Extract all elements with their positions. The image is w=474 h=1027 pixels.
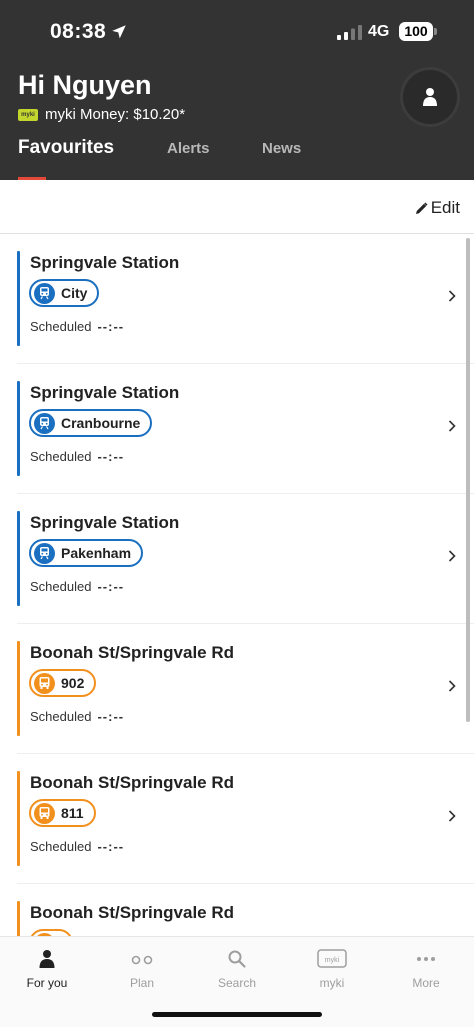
profile-button[interactable] — [403, 70, 457, 124]
nav-for-you[interactable]: For you — [0, 937, 94, 997]
mode-color-bar — [17, 381, 20, 476]
route-pill: 811 — [29, 799, 96, 827]
scheduled-label: Scheduled — [30, 319, 92, 334]
chevron-right-icon — [448, 550, 456, 562]
status-bar: 08:38 4G 100 — [0, 0, 474, 62]
tab-news[interactable]: News — [262, 140, 301, 157]
scheduled-info: Scheduled --:-- — [30, 839, 124, 854]
nav-search[interactable]: Search — [190, 937, 284, 997]
nav-label: For you — [26, 976, 68, 990]
search-icon — [228, 950, 246, 968]
chevron-right-icon — [448, 420, 456, 432]
scheduled-time: --:-- — [97, 579, 125, 594]
route-pill: City — [29, 279, 100, 307]
route-pill: Cranbourne — [29, 409, 153, 437]
battery-icon: 100 — [399, 22, 433, 41]
train-icon — [34, 282, 55, 304]
app-header: 08:38 4G 100 Hi Nguyen myki myki Money: … — [0, 0, 474, 180]
chevron-right-icon — [448, 290, 456, 302]
route-name: Cranbourne — [61, 415, 141, 431]
stop-name: Boonah St/Springvale Rd — [30, 903, 235, 922]
tab-favourites[interactable]: Favourites — [18, 137, 114, 159]
home-indicator[interactable] — [152, 1012, 322, 1017]
favourite-card[interactable]: Boonah St/Springvale Rd — [0, 884, 474, 936]
route-number: 902 — [61, 675, 85, 691]
favourites-toolbar: Edit — [0, 180, 474, 234]
bus-icon — [34, 672, 55, 694]
pencil-icon — [415, 201, 428, 214]
tab-alerts[interactable]: Alerts — [167, 140, 210, 157]
scheduled-info: Scheduled --:-- — [30, 709, 124, 724]
edit-button[interactable]: Edit — [415, 198, 460, 218]
battery-tip — [434, 28, 437, 35]
favourite-card[interactable]: Springvale Station Cranbourne Scheduled -… — [0, 364, 474, 494]
myki-money-text: myki Money: $10.20* — [45, 106, 186, 123]
chevron-right-icon — [448, 680, 456, 692]
location-arrow-icon — [112, 25, 126, 39]
status-time: 08:38 — [50, 20, 107, 43]
scheduled-label: Scheduled — [30, 709, 92, 724]
scheduled-label: Scheduled — [30, 839, 92, 854]
favourite-card[interactable]: Springvale Station City Scheduled --:-- — [0, 234, 474, 364]
favourite-card[interactable]: Boonah St/Springvale Rd 811 Scheduled --:… — [0, 754, 474, 884]
stop-name: Boonah St/Springvale Rd — [30, 643, 235, 662]
myki-balance[interactable]: myki myki Money: $10.20* — [18, 106, 185, 123]
chevron-right-icon — [448, 810, 456, 822]
nav-myki[interactable]: myki myki — [285, 937, 379, 997]
route-pill — [29, 929, 73, 936]
train-icon — [34, 412, 55, 434]
person-icon — [423, 88, 437, 106]
mode-color-bar — [17, 771, 20, 866]
route-number: 811 — [61, 805, 84, 821]
nav-label: Search — [217, 976, 257, 990]
route-name: Pakenham — [61, 545, 132, 561]
favourite-card[interactable]: Boonah St/Springvale Rd 902 Scheduled --:… — [0, 624, 474, 754]
bus-icon — [34, 802, 55, 824]
plan-icon — [131, 955, 153, 965]
scheduled-label: Scheduled — [30, 449, 92, 464]
scheduled-time: --:-- — [97, 449, 125, 464]
route-pill: Pakenham — [29, 539, 144, 567]
stop-name: Springvale Station — [30, 253, 180, 272]
nav-label: Plan — [129, 976, 155, 990]
stop-name: Springvale Station — [30, 383, 180, 402]
list-scrollbar[interactable] — [466, 238, 470, 722]
scheduled-info: Scheduled --:-- — [30, 449, 124, 464]
mode-color-bar — [17, 511, 20, 606]
battery-level: 100 — [404, 23, 428, 39]
nav-label: More — [412, 976, 440, 990]
favourites-list: Springvale Station City Scheduled --:-- S… — [0, 234, 474, 936]
scheduled-time: --:-- — [97, 319, 125, 334]
route-name: City — [61, 285, 88, 301]
scheduled-info: Scheduled --:-- — [30, 319, 124, 334]
route-pill: 902 — [29, 669, 97, 697]
nav-more[interactable]: More — [379, 937, 473, 997]
more-icon — [417, 957, 435, 961]
scheduled-label: Scheduled — [30, 579, 92, 594]
nav-label: myki — [319, 976, 345, 990]
nav-plan[interactable]: Plan — [95, 937, 189, 997]
greeting-title: Hi Nguyen — [18, 70, 152, 100]
mode-color-bar — [17, 901, 20, 936]
train-icon — [34, 542, 55, 564]
scheduled-time: --:-- — [97, 839, 125, 854]
mode-color-bar — [17, 641, 20, 736]
favourite-card[interactable]: Springvale Station Pakenham Scheduled --:… — [0, 494, 474, 624]
edit-label: Edit — [430, 198, 460, 217]
scheduled-time: --:-- — [97, 709, 125, 724]
cellular-signal-icon — [337, 25, 362, 40]
stop-name: Springvale Station — [30, 513, 180, 532]
network-type: 4G — [368, 23, 390, 40]
myki-card-text: myki — [325, 957, 340, 964]
stop-name: Boonah St/Springvale Rd — [30, 773, 235, 792]
myki-logo-icon: myki — [18, 108, 38, 121]
scheduled-info: Scheduled --:-- — [30, 579, 124, 594]
person-icon — [39, 950, 55, 968]
mode-color-bar — [17, 251, 20, 346]
myki-card-icon: myki — [317, 949, 347, 968]
tab-bar: Favourites Alerts News — [0, 137, 474, 180]
